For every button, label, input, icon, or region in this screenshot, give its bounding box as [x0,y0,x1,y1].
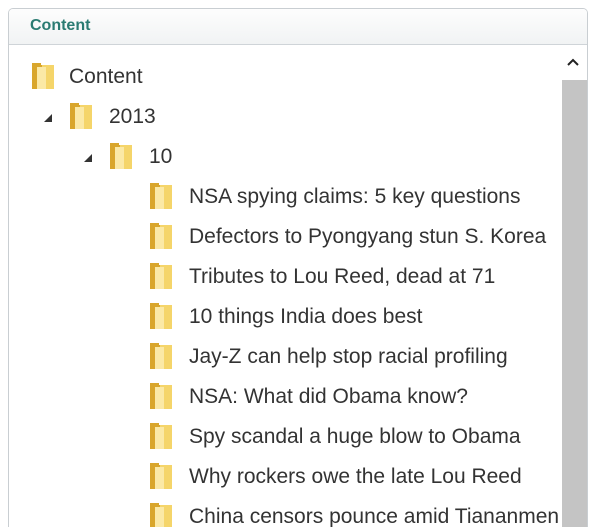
folder-icon [150,423,172,449]
tree-node-article[interactable]: NSA: What did Obama know? [9,380,561,414]
tree-node-2013[interactable]: 2013 [9,100,549,134]
tree-node-label: Jay-Z can help stop racial profiling [189,345,508,368]
folder-icon [150,343,172,369]
panel-title: Content [30,17,91,34]
tree-node-article[interactable]: Tributes to Lou Reed, dead at 71 [9,260,561,294]
tree-node-article[interactable]: NSA spying claims: 5 key questions [9,180,561,214]
folder-icon [70,103,92,129]
tree-node-label: Content [69,65,143,88]
content-panel: Content Content 2013 10 NSA spying claim… [8,8,588,527]
folder-icon [150,503,172,527]
tree-node-article[interactable]: Spy scandal a huge blow to Obama [9,420,561,454]
tree-node-article[interactable]: Why rockers owe the late Lou Reed [9,460,561,494]
tree-node-label: China censors pounce amid Tiananmen [189,505,560,527]
folder-icon [150,223,172,249]
tree-node-article[interactable]: 10 things India does best [9,300,561,334]
tree-node-label: Tributes to Lou Reed, dead at 71 [189,265,496,288]
folder-icon [150,183,172,209]
folder-icon [150,383,172,409]
folder-icon [110,143,132,169]
tree-node-label: 10 things India does best [189,305,423,328]
folder-icon [150,263,172,289]
tree-node-label: Spy scandal a huge blow to Obama [189,425,521,448]
tree-node-content[interactable]: Content [9,60,549,94]
panel-header: Content [9,9,587,45]
content-tree: Content 2013 10 NSA spying claims: 5 key… [9,46,561,527]
scrollbar-thumb[interactable] [562,80,587,527]
tree-node-label: 2013 [109,105,156,128]
tree-node-label: NSA: What did Obama know? [189,385,468,408]
tree-node-label: 10 [149,145,173,168]
tree-node-article[interactable]: China censors pounce amid Tiananmen [9,500,561,527]
collapse-triangle-icon[interactable] [84,154,92,162]
collapse-triangle-icon[interactable] [44,114,52,122]
chevron-up-icon[interactable] [559,46,587,80]
tree-node-article[interactable]: Defectors to Pyongyang stun S. Korea [9,220,561,254]
tree-node-label: NSA spying claims: 5 key questions [189,185,521,208]
folder-icon [32,63,54,89]
tree-node-article[interactable]: Jay-Z can help stop racial profiling [9,340,561,374]
folder-icon [150,463,172,489]
tree-node-label: Defectors to Pyongyang stun S. Korea [189,225,547,248]
tree-node-10[interactable]: 10 [9,140,549,174]
tree-node-label: Why rockers owe the late Lou Reed [189,465,522,488]
vertical-scrollbar[interactable] [559,46,587,527]
folder-icon [150,303,172,329]
